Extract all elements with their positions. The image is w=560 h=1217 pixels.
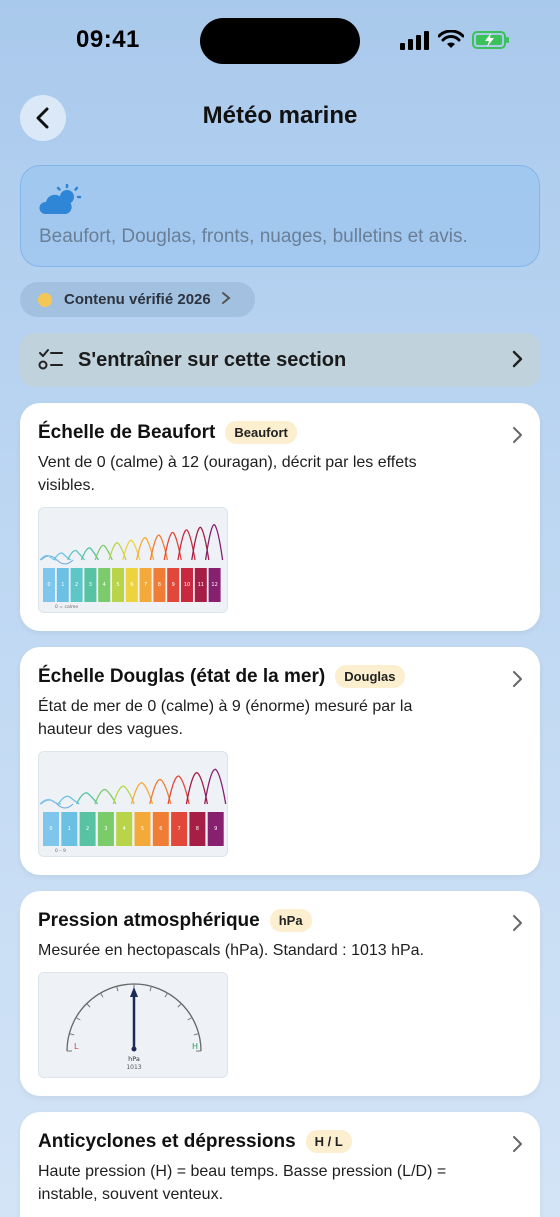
chevron-right-icon xyxy=(513,671,522,687)
section-intro-text: Beaufort, Douglas, fronts, nuages, bulle… xyxy=(39,226,468,247)
scale-label: 6 xyxy=(159,826,162,832)
card-tag: Douglas xyxy=(335,665,405,688)
card-tag: hPa xyxy=(269,909,312,932)
scale-label: 1 xyxy=(61,582,64,588)
scale-label: 2 xyxy=(86,826,89,832)
scale-label: 11 xyxy=(198,582,204,588)
status-icons xyxy=(400,30,510,50)
battery-charging-icon xyxy=(472,31,509,49)
wave-mark xyxy=(112,785,135,805)
gauge-unit: hPa xyxy=(128,1055,140,1063)
scale-caption: 0 – 9 xyxy=(55,848,66,854)
status-time: 09:41 xyxy=(76,26,140,53)
wave-mark xyxy=(185,772,209,805)
scale-label: 8 xyxy=(158,582,161,588)
barometer-illustration: L H hPa 1013 xyxy=(38,972,228,1078)
gauge-tick xyxy=(164,992,168,998)
wave-mark xyxy=(39,798,62,805)
topic-card-pressure[interactable]: Pression atmosphérique hPa Mesurée en he… xyxy=(20,891,540,1096)
scale-label: 12 xyxy=(211,582,217,588)
section-intro-card: Beaufort, Douglas, fronts, nuages, bulle… xyxy=(20,165,540,267)
card-tag: H / L xyxy=(305,1130,352,1153)
train-section-label: S'entraîner sur cette section xyxy=(78,348,347,371)
card-title: Anticyclones et dépressions xyxy=(38,1130,296,1152)
card-description: Haute pression (H) = beau temps. Basse p… xyxy=(38,1163,447,1203)
wave-mark xyxy=(76,792,99,805)
gauge-value: 1013 xyxy=(126,1064,141,1071)
page-title: Météo marine xyxy=(202,102,358,129)
wave-mark xyxy=(57,795,80,805)
scale-label: 0 xyxy=(47,582,50,588)
gauge-tick xyxy=(149,986,152,992)
card-description: État de mer de 0 (calme) à 9 (énorme) me… xyxy=(38,698,413,738)
verified-content-pill[interactable]: Contenu vérifié 2026 xyxy=(20,282,255,317)
card-tag: Beaufort xyxy=(225,421,297,444)
dynamic-island xyxy=(200,18,360,64)
gauge-tick xyxy=(100,992,104,998)
scale-label: 8 xyxy=(196,826,199,832)
gauge-tick xyxy=(86,1003,91,1008)
chevron-right-icon xyxy=(512,350,523,368)
scale-label: 1 xyxy=(68,826,71,832)
verified-dot-icon xyxy=(38,292,52,307)
scale-caption: 0 = calme xyxy=(55,604,78,610)
scale-label: 0 xyxy=(49,826,52,832)
topic-card-pressure-systems[interactable]: Anticyclones et dépressions H / L Haute … xyxy=(20,1112,540,1217)
train-section-button[interactable]: S'entraîner sur cette section xyxy=(20,333,540,387)
scale-label: 9 xyxy=(172,582,175,588)
chevron-right-icon xyxy=(221,291,231,308)
gauge-tick xyxy=(187,1017,193,1021)
gauge-tick xyxy=(116,986,119,992)
gauge-tick xyxy=(69,1033,75,1036)
cellular-signal-icon xyxy=(400,31,429,50)
wave-mark xyxy=(149,778,172,805)
card-description: Vent de 0 (calme) à 12 (ouragan), décrit… xyxy=(38,454,417,494)
gauge-tick xyxy=(75,1017,81,1021)
scale-label: 7 xyxy=(144,582,147,588)
scale-label: 4 xyxy=(123,826,126,832)
card-description: Mesurée en hectopascals (hPa). Standard … xyxy=(38,942,425,959)
scale-label: 5 xyxy=(116,582,119,588)
status-bar: 09:41 xyxy=(0,0,560,80)
scale-label: 10 xyxy=(184,582,190,588)
verified-label: Contenu vérifié 2026 xyxy=(64,291,211,308)
wave-mark xyxy=(167,775,190,805)
scale-label: 2 xyxy=(75,582,78,588)
wave-mark xyxy=(130,782,154,805)
wifi-icon xyxy=(438,30,464,48)
scale-label: 6 xyxy=(130,582,133,588)
card-title: Échelle de Beaufort xyxy=(38,421,216,443)
card-title: Échelle Douglas (état de la mer) xyxy=(38,665,326,687)
chevron-right-icon xyxy=(513,915,522,931)
scale-label: 5 xyxy=(141,826,144,832)
gauge-low-label: L xyxy=(74,1042,79,1051)
gauge-tick xyxy=(193,1033,199,1036)
card-title: Pression atmosphérique xyxy=(38,909,260,931)
gauge-tick xyxy=(177,1003,182,1008)
scale-label: 9 xyxy=(214,826,217,832)
douglas-scale-illustration: 0 1 2 3 4 5 6 7 8 9 0 – 9 xyxy=(38,751,228,857)
scale-label: 7 xyxy=(178,826,181,832)
gauge-high-label: H xyxy=(192,1042,198,1051)
scale-label: 3 xyxy=(89,582,92,588)
beaufort-scale-illustration: 0 1 2 3 4 5 6 7 8 9 10 11 12 0 = calme xyxy=(38,507,228,613)
wave-mark xyxy=(204,768,227,805)
topic-card-douglas[interactable]: Échelle Douglas (état de la mer) Douglas… xyxy=(20,647,540,875)
wave-mark xyxy=(94,788,117,805)
chevron-right-icon xyxy=(513,427,522,443)
topic-card-beaufort[interactable]: Échelle de Beaufort Beaufort Vent de 0 (… xyxy=(20,403,540,631)
scale-label: 4 xyxy=(103,582,106,588)
scale-label: 3 xyxy=(104,826,107,832)
partly-cloudy-sun-icon xyxy=(39,184,82,214)
chevron-right-icon xyxy=(513,1136,522,1152)
checklist-icon xyxy=(38,349,63,370)
